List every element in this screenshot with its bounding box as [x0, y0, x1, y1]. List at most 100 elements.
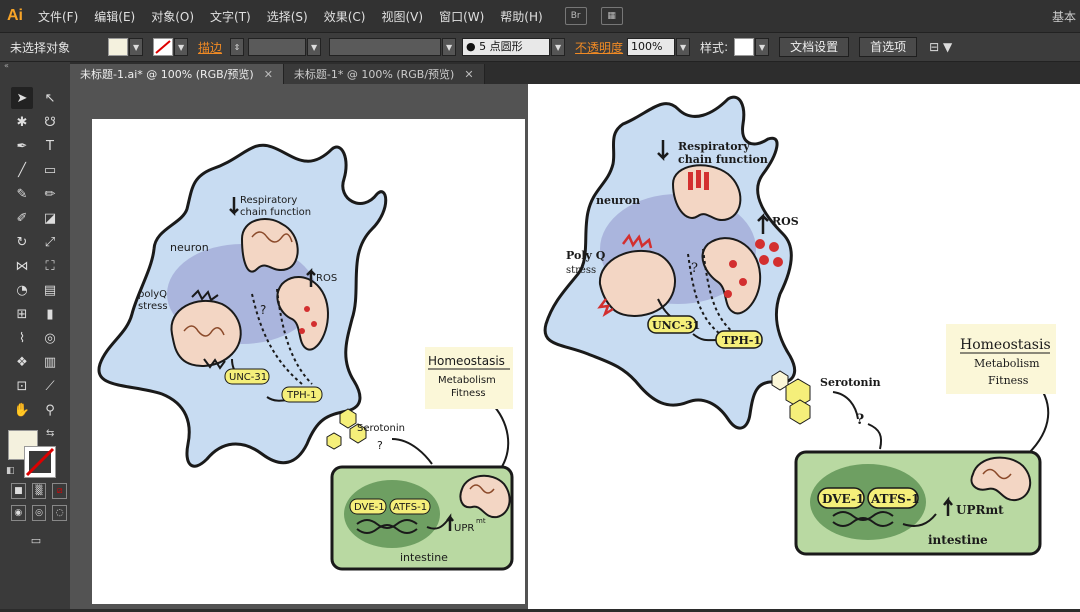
label-stress: stress: [566, 265, 596, 276]
menu-edit[interactable]: 编辑(E): [86, 8, 143, 25]
variable-width-field[interactable]: [329, 38, 442, 56]
menu-object[interactable]: 对象(O): [143, 8, 202, 25]
workspace-switcher[interactable]: 基本: [1052, 8, 1076, 25]
menu-help[interactable]: 帮助(H): [492, 8, 550, 25]
blend-tool-icon[interactable]: ◎: [39, 327, 61, 349]
opacity-link[interactable]: 不透明度: [575, 39, 623, 56]
arrange-documents-icon[interactable]: ▦: [600, 7, 623, 25]
label-respiratory: Respiratory: [678, 140, 750, 153]
zoom-tool-icon[interactable]: ⚲: [39, 399, 61, 421]
label-polyq: polyQ: [138, 289, 167, 300]
line-tool-icon[interactable]: ╱: [11, 159, 33, 181]
style-dropdown-icon[interactable]: ▼: [755, 38, 770, 56]
label-chain-function: chain function: [240, 207, 311, 218]
direct-selection-tool-icon[interactable]: ↖: [39, 87, 61, 109]
mesh-tool-icon[interactable]: ⊞: [11, 303, 33, 325]
screen-mode-icon[interactable]: ▭: [25, 529, 47, 551]
free-transform-tool-icon[interactable]: ⛶: [39, 255, 61, 277]
pen-tool-icon[interactable]: ✒: [11, 135, 33, 157]
arrow-serotonin-question: [832, 391, 859, 420]
default-colors-icon[interactable]: ◧: [6, 466, 15, 476]
label-chain-function: chain function: [678, 153, 768, 166]
draw-inside-icon[interactable]: ◌: [52, 505, 68, 521]
style-swatch[interactable]: [734, 38, 755, 56]
artboard[interactable]: Respiratory chain function neuron polyQ …: [92, 119, 525, 604]
label-tph1: TPH-1: [722, 334, 761, 347]
label-fitness: Fitness: [451, 388, 486, 399]
menu-window[interactable]: 窗口(W): [431, 8, 492, 25]
draw-behind-icon[interactable]: ◎: [31, 505, 47, 521]
bridge-icon[interactable]: Br: [564, 7, 587, 25]
preferences-button[interactable]: 首选项: [859, 37, 918, 57]
menu-effect[interactable]: 效果(C): [316, 8, 374, 25]
variable-width-dropdown-icon[interactable]: ▼: [442, 38, 457, 56]
slice-tool-icon[interactable]: ⟋: [39, 375, 61, 397]
blob-brush-tool-icon[interactable]: ✐: [11, 207, 33, 229]
label-homeostasis: Homeostasis: [960, 337, 1051, 353]
label-atfs1: ATFS-1: [393, 502, 427, 513]
paintbrush-tool-icon[interactable]: ✎: [11, 183, 33, 205]
stroke-weight-dropdown-icon[interactable]: ▼: [307, 38, 322, 56]
label-unc31: UNC-31: [652, 319, 700, 332]
color-mode-icon[interactable]: ■: [11, 483, 26, 499]
magic-wand-tool-icon[interactable]: ✱: [11, 111, 33, 133]
rotate-tool-icon[interactable]: ↻: [11, 231, 33, 253]
reference-image[interactable]: Respiratory chain function neuron Poly Q…: [528, 84, 1080, 609]
swap-fill-stroke-icon[interactable]: ⇆: [46, 428, 54, 439]
menu-view[interactable]: 视图(V): [373, 8, 431, 25]
gradient-tool-icon[interactable]: ▮: [39, 303, 61, 325]
menu-type[interactable]: 文字(T): [202, 8, 259, 25]
scale-tool-icon[interactable]: ⤢: [39, 231, 61, 253]
symbol-sprayer-tool-icon[interactable]: ❖: [11, 351, 33, 373]
label-stress: stress: [138, 301, 168, 312]
fill-dropdown-icon[interactable]: ▼: [129, 38, 144, 56]
diagram-right: Respiratory chain function neuron Poly Q…: [543, 95, 1056, 556]
menu-file[interactable]: 文件(F): [30, 8, 86, 25]
align-menu-icon[interactable]: ⊟ ▼: [929, 40, 952, 54]
fill-swatch[interactable]: [108, 38, 129, 56]
eraser-tool-icon[interactable]: ◪: [39, 207, 61, 229]
rectangle-tool-icon[interactable]: ▭: [39, 159, 61, 181]
stroke-color-box[interactable]: [24, 446, 56, 478]
label-respiratory: Respiratory: [240, 195, 297, 206]
menu-select[interactable]: 选择(S): [259, 8, 316, 25]
canvas-area[interactable]: Respiratory chain function neuron polyQ …: [70, 84, 528, 609]
eyedropper-tool-icon[interactable]: ⌇: [11, 327, 33, 349]
close-icon[interactable]: ✕: [464, 68, 473, 81]
stroke-dropdown-icon[interactable]: ▼: [174, 38, 189, 56]
stroke-link[interactable]: 描边: [198, 39, 222, 56]
label-unc31: UNC-31: [229, 372, 267, 383]
artboard-tool-icon[interactable]: ⊡: [11, 375, 33, 397]
graph-tool-icon[interactable]: ▥: [39, 351, 61, 373]
collapse-toolbox-icon[interactable]: «: [0, 62, 70, 70]
draw-normal-icon[interactable]: ◉: [11, 505, 26, 521]
none-mode-icon[interactable]: ⧄: [52, 483, 68, 499]
pencil-tool-icon[interactable]: ✏: [39, 183, 61, 205]
perspective-grid-tool-icon[interactable]: ▤: [39, 279, 61, 301]
control-bar: 未选择对象 ▼ ▼ 描边 ⇕ ▼ ▼ ● 5 点圆形 ▼ 不透明度 100% ▼…: [0, 32, 1080, 62]
label-question-2: ?: [377, 439, 383, 452]
brush-definition-field[interactable]: ● 5 点圆形: [462, 38, 551, 56]
label-upr: UPRmt: [956, 503, 1004, 517]
label-question-1: ?: [260, 303, 266, 317]
label-question-1: ?: [691, 261, 698, 276]
close-icon[interactable]: ✕: [264, 68, 273, 81]
gradient-mode-icon[interactable]: ▒: [31, 483, 47, 499]
opacity-field[interactable]: 100%: [627, 38, 676, 56]
tab-document-1[interactable]: 未标题-1.ai* @ 100% (RGB/预览) ✕: [70, 64, 284, 84]
width-tool-icon[interactable]: ⋈: [11, 255, 33, 277]
lasso-tool-icon[interactable]: ☋: [39, 111, 61, 133]
hand-tool-icon[interactable]: ✋: [11, 399, 33, 421]
brush-dropdown-icon[interactable]: ▼: [551, 38, 566, 56]
stroke-swatch[interactable]: [153, 38, 174, 56]
stroke-weight-field[interactable]: [248, 38, 307, 56]
document-tabs: 未标题-1.ai* @ 100% (RGB/预览) ✕ 未标题-1* @ 100…: [70, 62, 1080, 84]
opacity-dropdown-icon[interactable]: ▼: [676, 38, 691, 56]
tab-document-2[interactable]: 未标题-1* @ 100% (RGB/预览) ✕: [283, 64, 485, 84]
shape-builder-tool-icon[interactable]: ◔: [11, 279, 33, 301]
stroke-weight-stepper[interactable]: ⇕: [230, 38, 245, 56]
type-tool-icon[interactable]: T: [39, 135, 61, 157]
doc-setup-button[interactable]: 文档设置: [779, 37, 850, 57]
selection-tool-icon[interactable]: ➤: [11, 87, 33, 109]
arrow-intestine-homeostasis: [1027, 383, 1050, 455]
